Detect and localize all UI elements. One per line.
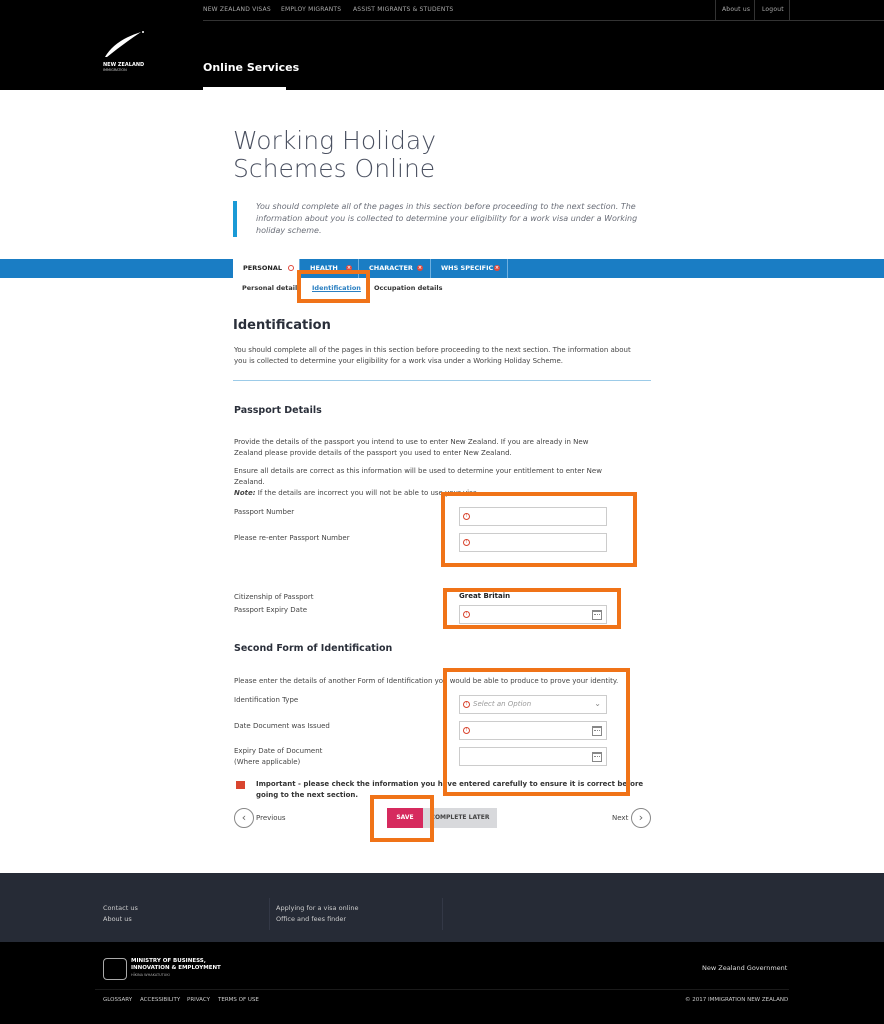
annotation-box xyxy=(443,588,621,629)
online-services-link[interactable]: Online Services xyxy=(203,61,299,74)
previous-button[interactable]: Previous xyxy=(256,814,286,822)
footer-about-link[interactable]: About us xyxy=(103,915,132,923)
previous-arrow-icon[interactable]: ‹ xyxy=(234,808,254,828)
passport-details-heading: Passport Details xyxy=(234,405,322,416)
reenter-passport-label: Please re-enter Passport Number xyxy=(234,534,350,542)
section-heading: Identification xyxy=(233,318,331,333)
divider xyxy=(203,20,884,21)
subtab-personal-details[interactable]: Personal details xyxy=(242,284,301,292)
footer-contact-link[interactable]: Contact us xyxy=(103,904,138,912)
footer-office-link[interactable]: Office and fees finder xyxy=(276,915,346,923)
annotation-box xyxy=(443,668,630,796)
divider xyxy=(95,989,789,990)
complete-later-button[interactable]: COMPLETE LATER xyxy=(423,808,497,828)
nav-nz-visas[interactable]: NEW ZEALAND VISAS xyxy=(203,6,271,13)
nav-employ-migrants[interactable]: EMPLOY MIGRANTS xyxy=(281,6,341,13)
annotation-box xyxy=(370,795,434,842)
divider xyxy=(269,898,270,930)
nz-coat-of-arms-icon xyxy=(103,958,127,980)
nz-immigration-logo[interactable]: NEW ZEALAND IMMIGRATION xyxy=(103,30,145,72)
divider xyxy=(754,0,755,20)
mbie-logo[interactable]: MINISTRY OF BUSINESS, INNOVATION & EMPLOY… xyxy=(131,958,221,979)
incomplete-icon: × xyxy=(417,265,423,271)
about-us-link[interactable]: About us xyxy=(722,6,750,13)
divider xyxy=(789,0,790,20)
annotation-box xyxy=(441,492,637,567)
page-title: Working Holiday Schemes Online xyxy=(233,126,437,183)
citizenship-label: Citizenship of Passport xyxy=(234,593,314,601)
glossary-link[interactable]: GLOSSARY xyxy=(103,997,132,1003)
id-type-label: Identification Type xyxy=(234,696,299,704)
silver-fern-icon xyxy=(105,31,144,57)
next-button[interactable]: Next xyxy=(612,814,628,822)
section-description: You should complete all of the pages in … xyxy=(234,346,631,365)
annotation-box xyxy=(297,270,370,303)
divider xyxy=(442,898,443,930)
logout-link[interactable]: Logout xyxy=(762,6,784,13)
footer-applying-link[interactable]: Applying for a visa online xyxy=(276,904,358,912)
second-id-heading: Second Form of Identification xyxy=(234,643,393,654)
active-indicator xyxy=(203,87,286,90)
passport-instructions: Provide the details of the passport you … xyxy=(234,438,589,457)
subtab-occupation-details[interactable]: Occupation details xyxy=(374,284,442,292)
passport-accuracy-text: Ensure all details are correct as this i… xyxy=(234,467,602,486)
next-arrow-icon[interactable]: › xyxy=(631,808,651,828)
passport-expiry-label: Passport Expiry Date xyxy=(234,606,307,614)
copyright: © 2017 IMMIGRATION NEW ZEALAND xyxy=(685,997,789,1003)
divider xyxy=(233,380,651,381)
date-issued-label: Date Document was Issued xyxy=(234,722,330,730)
footer-bottom xyxy=(0,942,884,1024)
nav-assist-migrants[interactable]: ASSIST MIGRANTS & STUDENTS xyxy=(353,6,453,13)
important-icon xyxy=(236,781,245,789)
incomplete-icon: × xyxy=(494,265,500,271)
incomplete-icon xyxy=(288,265,294,271)
tab-whs-specific[interactable]: WHS SPECIFIC × xyxy=(431,259,508,278)
divider xyxy=(715,0,716,20)
logo-subtext: IMMIGRATION xyxy=(103,68,127,72)
expiry-doc-label: Expiry Date of Document (Where applicable… xyxy=(234,747,323,766)
terms-link[interactable]: TERMS OF USE xyxy=(218,997,259,1003)
intro-callout: You should complete all of the pages in … xyxy=(233,201,653,237)
nz-government-logo[interactable]: New Zealand Government xyxy=(702,964,787,972)
accessibility-link[interactable]: ACCESSIBILITY xyxy=(140,997,180,1003)
passport-number-label: Passport Number xyxy=(234,508,295,516)
tab-personal[interactable]: PERSONAL xyxy=(233,259,300,278)
privacy-link[interactable]: PRIVACY xyxy=(187,997,210,1003)
